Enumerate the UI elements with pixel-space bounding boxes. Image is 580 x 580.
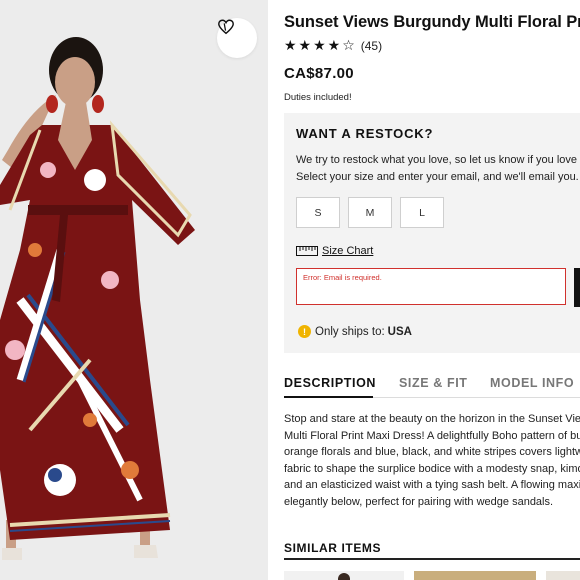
filled-stars-icon: ★★★★	[284, 38, 343, 54]
product-info: Sunset Views Burgundy Multi Floral Print…	[284, 0, 580, 580]
size-options: S M L	[296, 197, 444, 228]
restock-panel: WANT A RESTOCK? We try to restock what y…	[284, 113, 580, 353]
size-button-m[interactable]: M	[348, 197, 392, 228]
similar-item-thumbnail[interactable]	[546, 571, 580, 580]
restock-title: WANT A RESTOCK?	[296, 126, 434, 141]
similar-items-title: SIMILAR ITEMS	[284, 541, 382, 555]
similar-item-model-head	[338, 573, 350, 580]
tab-size-fit[interactable]: SIZE & FIT	[399, 376, 468, 390]
size-button-l[interactable]: L	[400, 197, 444, 228]
tab-model-info[interactable]: MODEL INFO	[490, 376, 574, 390]
product-image[interactable]	[0, 0, 268, 580]
active-tab-indicator	[284, 396, 373, 398]
similar-item-thumbnail[interactable]	[414, 571, 536, 580]
description-line: orange florals and blue, black, and whit…	[284, 446, 580, 458]
tab-description[interactable]: DESCRIPTION	[284, 376, 376, 390]
duties-note: Duties included!	[284, 92, 352, 103]
product-title: Sunset Views Burgundy Multi Floral Print…	[284, 13, 580, 31]
info-tabs: DESCRIPTION SIZE & FIT MODEL INFO	[284, 372, 580, 398]
ships-country: USA	[387, 325, 412, 338]
shipping-notice: ! Only ships to: USA	[298, 325, 412, 338]
heart-icon	[218, 19, 234, 35]
restock-description: We try to restock what you love, so let …	[296, 152, 580, 186]
similar-item-thumbnail[interactable]	[284, 571, 404, 580]
submit-button[interactable]	[574, 268, 580, 307]
description-line: Multi Floral Print Maxi Dress! A delight…	[284, 429, 580, 442]
rating[interactable]: ★★★★☆ (45)	[284, 38, 382, 54]
size-chart-label: Size Chart	[322, 245, 374, 257]
restock-description-line: We try to restock what you love, so let …	[296, 154, 580, 166]
email-field[interactable]: Error: Email is required.	[296, 268, 566, 305]
description-line: and an elasticized waist with a tying sa…	[284, 479, 580, 491]
restock-description-line: Select your size and enter your email, a…	[296, 171, 579, 183]
product-description: Stop and stare at the beauty on the hori…	[284, 411, 580, 510]
price: CA$87.00	[284, 65, 354, 82]
size-chart-link[interactable]: Size Chart	[296, 245, 373, 257]
review-count[interactable]: (45)	[361, 39, 382, 53]
ships-label: Only ships to:	[315, 325, 385, 338]
warning-icon: !	[298, 325, 311, 338]
similar-items-divider	[284, 558, 580, 560]
size-button-s[interactable]: S	[296, 197, 340, 228]
model-photo	[0, 0, 268, 580]
ruler-icon	[296, 246, 318, 256]
wishlist-button[interactable]	[217, 18, 257, 58]
rating-stars: ★★★★☆	[284, 38, 357, 54]
description-line: fabric to shape the surplice bodice with…	[284, 462, 580, 475]
email-error-message: Error: Email is required.	[303, 273, 382, 282]
description-line: elegantly below, perfect for pairing wit…	[284, 495, 554, 508]
description-line: Stop and stare at the beauty on the hori…	[284, 413, 580, 425]
empty-star-icon: ☆	[342, 38, 357, 54]
